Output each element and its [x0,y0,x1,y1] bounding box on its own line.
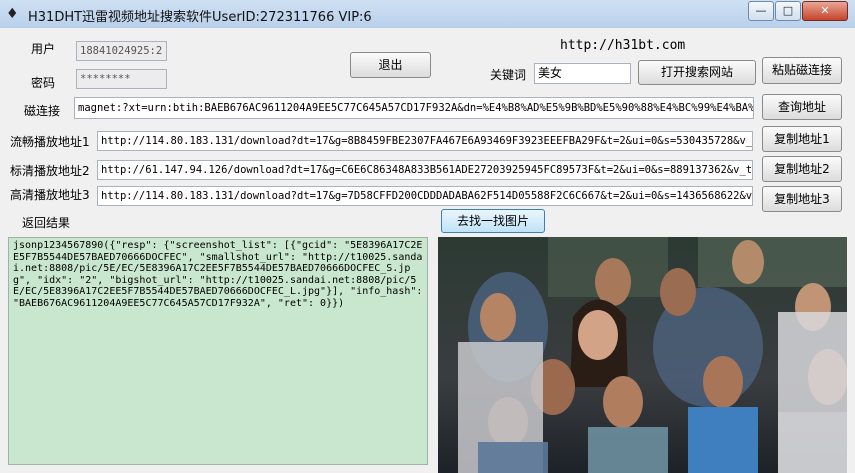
minimize-icon[interactable]: — [748,1,774,21]
result-label: 返回结果 [22,216,71,230]
keyword-input[interactable]: 美女 [534,63,631,84]
find-image-button[interactable]: 去找一找图片 [441,209,545,233]
smooth-address-label: 流畅播放地址1 [10,135,90,149]
password-label: 密码 [31,76,56,90]
magnet-input[interactable]: magnet:?xt=urn:btih:BAEB676AC9611204A9EE… [74,97,754,119]
smooth-address-input[interactable]: http://114.80.183.131/download?dt=17&g=8… [97,131,753,151]
query-address-button[interactable]: 查询地址 [762,94,842,120]
user-field[interactable]: 18841024925:2 [76,41,167,61]
video-screenshot-image [438,237,847,473]
sd-address-label: 标清播放地址2 [10,164,90,178]
hd-address-label: 高清播放地址3 [10,188,90,202]
paste-magnet-button[interactable]: 粘贴磁连接 [762,57,842,84]
hd-address-input[interactable]: http://114.80.183.131/download?dt=17&g=7… [97,186,753,206]
keyword-label: 关键词 [490,68,527,82]
close-icon[interactable]: ✕ [802,1,848,21]
result-textarea[interactable]: jsonp1234567890({"resp": {"screenshot_li… [8,237,428,465]
app-window: ♦ H31DHT迅雷视频地址搜索软件UserID:272311766 VIP:6… [0,0,855,473]
exit-button[interactable]: 退出 [350,52,431,78]
copy-address-3-button[interactable]: 复制地址3 [762,186,842,212]
copy-address-1-button[interactable]: 复制地址1 [762,126,842,152]
title-bar: ♦ H31DHT迅雷视频地址搜索软件UserID:272311766 VIP:6… [0,0,855,28]
copy-address-2-button[interactable]: 复制地址2 [762,156,842,182]
client-area: 用户 18841024925:2 密码 ******** 退出 http://h… [0,28,855,473]
open-search-site-button[interactable]: 打开搜索网站 [638,60,756,85]
window-title: H31DHT迅雷视频地址搜索软件UserID:272311766 VIP:6 [28,10,372,25]
app-logo-icon: ♦ [6,6,19,22]
user-label: 用户 [31,42,56,56]
site-url[interactable]: http://h31bt.com [560,38,685,53]
magnet-label: 磁连接 [24,104,61,118]
password-field[interactable]: ******** [76,69,167,89]
maximize-icon[interactable]: □ [775,1,801,21]
sd-address-input[interactable]: http://61.147.94.126/download?dt=17&g=C6… [97,160,753,180]
